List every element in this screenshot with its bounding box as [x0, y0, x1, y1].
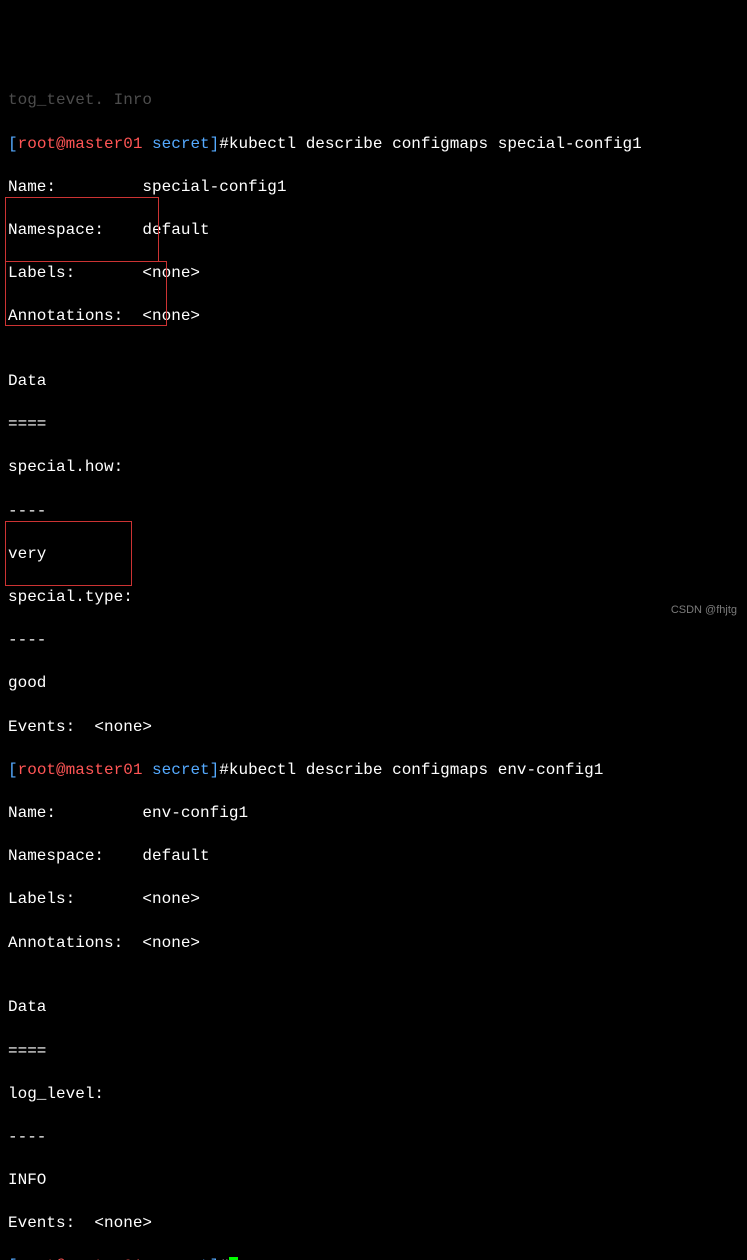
ps1-user: root: [18, 761, 56, 779]
ps1-hash: #: [219, 1257, 229, 1260]
out1-events: Events: <none>: [8, 717, 739, 739]
out2-key1-value: INFO: [8, 1170, 739, 1192]
ps1-close: ]: [210, 761, 220, 779]
ps1-path: secret: [152, 1257, 210, 1260]
ps1-open: [: [8, 761, 18, 779]
out2-events: Events: <none>: [8, 1213, 739, 1235]
ps1-space: [142, 135, 152, 153]
ps1-host: master01: [66, 135, 143, 153]
ps1-at: @: [56, 761, 66, 779]
ps1-at: @: [56, 1257, 66, 1260]
out1-key2: special.type:: [8, 587, 739, 609]
ps1-space: [142, 1257, 152, 1260]
cursor-icon: [229, 1257, 238, 1260]
out2-key1: log_level:: [8, 1084, 739, 1106]
out1-key1-value: very: [8, 544, 739, 566]
ps1-user: root: [18, 1257, 56, 1260]
ps1-space: [142, 761, 152, 779]
command-2: kubectl describe configmaps env-config1: [229, 761, 603, 779]
out1-labels: Labels: <none>: [8, 263, 739, 285]
out2-data-sep: ====: [8, 1041, 739, 1063]
out1-namespace: Namespace: default: [8, 220, 739, 242]
out2-key1-dashes: ----: [8, 1127, 739, 1149]
out2-name: Name: env-config1: [8, 803, 739, 825]
out2-annotations: Annotations: <none>: [8, 933, 739, 955]
ps1-host: master01: [66, 1257, 143, 1260]
top-truncated-line: tog_tevet. Inro: [8, 90, 739, 112]
command-1: kubectl describe configmaps special-conf…: [229, 135, 642, 153]
ps1-close: ]: [210, 135, 220, 153]
out2-data-header: Data: [8, 997, 739, 1019]
prompt-line-3[interactable]: [root@master01 secret]#: [8, 1256, 739, 1260]
out1-key2-value: good: [8, 673, 739, 695]
out1-key1: special.how:: [8, 457, 739, 479]
ps1-path: secret: [152, 135, 210, 153]
prompt-line-1[interactable]: [root@master01 secret]#kubectl describe …: [8, 134, 739, 156]
ps1-path: secret: [152, 761, 210, 779]
prompt-line-2[interactable]: [root@master01 secret]#kubectl describe …: [8, 760, 739, 782]
ps1-close: ]: [210, 1257, 220, 1260]
out2-labels: Labels: <none>: [8, 889, 739, 911]
out1-key1-dashes: ----: [8, 501, 739, 523]
ps1-at: @: [56, 135, 66, 153]
ps1-open: [: [8, 135, 18, 153]
out1-data-sep: ====: [8, 414, 739, 436]
out1-data-header: Data: [8, 371, 739, 393]
out2-namespace: Namespace: default: [8, 846, 739, 868]
ps1-user: root: [18, 135, 56, 153]
out1-name: Name: special-config1: [8, 177, 739, 199]
ps1-hash: #: [219, 135, 229, 153]
out1-key2-dashes: ----: [8, 630, 739, 652]
out1-annotations: Annotations: <none>: [8, 306, 739, 328]
ps1-hash: #: [219, 761, 229, 779]
watermark: CSDN @fhjtg: [671, 603, 737, 618]
ps1-host: master01: [66, 761, 143, 779]
ps1-open: [: [8, 1257, 18, 1260]
